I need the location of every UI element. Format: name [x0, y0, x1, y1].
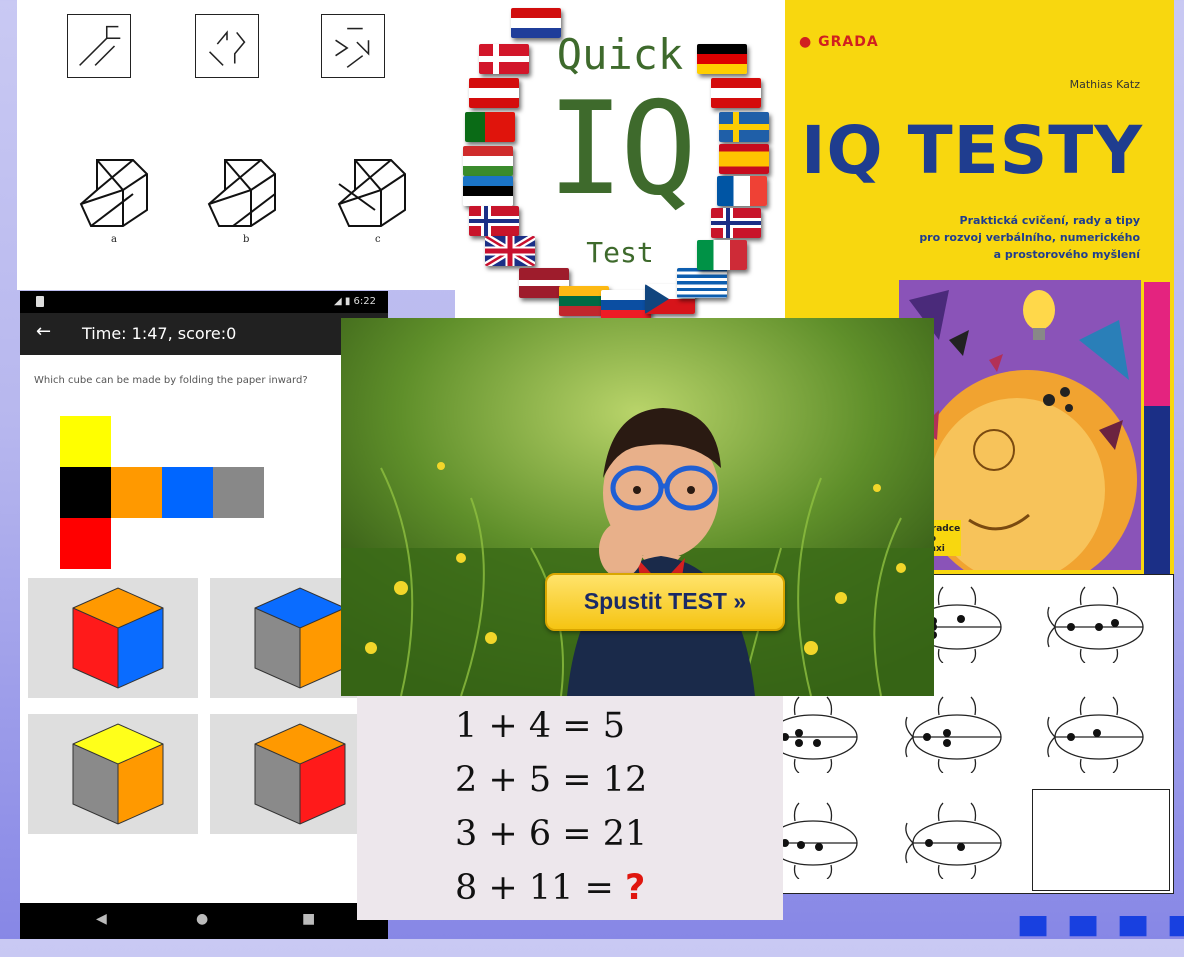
- net-face-black: [60, 467, 111, 518]
- fold-label-a: a: [111, 234, 117, 245]
- quick-iq-test-panel: Quick IQ Test: [455, 0, 785, 334]
- back-triangle-icon[interactable]: ◀: [96, 911, 107, 927]
- fold-label-c: c: [375, 234, 381, 245]
- book-subtitle-line: pro rozvoj verbálního, numerického: [919, 231, 1140, 244]
- equation-line-1: 1 + 4 = 5: [455, 706, 625, 746]
- status-bar: ◢ ▮ 6:22: [20, 291, 388, 313]
- slovakia-flag-icon: [601, 290, 651, 320]
- book-subtitle: Praktická cvičení, rady a tipy pro rozvo…: [880, 212, 1140, 263]
- net-face-blue: [162, 467, 213, 518]
- app-bar: ← Time: 1:47, score:0: [20, 313, 388, 355]
- figure-puzzle-panel: a b c: [17, 0, 457, 290]
- ladybug-figure: [899, 693, 1009, 773]
- net-face-orange: [111, 467, 162, 518]
- answer-option-4[interactable]: [210, 714, 380, 834]
- quick-iq-line-quick: Quick: [556, 30, 684, 79]
- publisher-leaf-icon: ●: [799, 34, 813, 50]
- book-author: Mathias Katz: [1069, 78, 1140, 91]
- equation-line-4: 8 + 11 = ?: [455, 868, 645, 908]
- net-face-red: [60, 518, 111, 569]
- arrow-left-icon[interactable]: ←: [36, 321, 51, 342]
- status-time-text: 6:22: [353, 296, 376, 307]
- start-test-button[interactable]: Spustit TEST »: [545, 573, 785, 631]
- cube-folding-app-screen: ◢ ▮ 6:22 ← Time: 1:47, score:0 Which cub…: [20, 291, 388, 939]
- ladybug-figure: [899, 799, 1009, 879]
- publisher-name: GRADA: [818, 34, 879, 50]
- book-title: IQ TESTY: [801, 112, 1144, 189]
- equation-line-2: 2 + 5 = 12: [455, 760, 648, 800]
- puzzle-shape-1: [67, 14, 131, 78]
- book-subtitle-line: Praktická cvičení, rady a tipy: [959, 214, 1140, 227]
- ladybug-figure: [1041, 693, 1151, 773]
- equation-last-prefix: 8 + 11 =: [455, 868, 625, 908]
- cover-pink-stripe: [1144, 282, 1170, 406]
- signal-icon: ◢ ▮: [333, 296, 354, 307]
- math-riddle-panel: 1 + 4 = 5 2 + 5 = 12 3 + 6 = 21 8 + 11 =…: [357, 696, 783, 920]
- quick-iq-line-test: Test: [586, 236, 654, 269]
- meadow-photo: [341, 318, 934, 696]
- fold-option-b: [205, 150, 285, 230]
- answer-option-1[interactable]: [28, 578, 198, 698]
- missing-answer-cell: [1032, 789, 1170, 891]
- android-nav-bar: ◀ ● ■: [20, 903, 388, 939]
- net-face-gray: [213, 467, 264, 518]
- cropped-corner-text: ▀ ▀ ▀ ▀: [1020, 917, 1184, 957]
- book-subtitle-line: a prostorového myšlení: [993, 248, 1140, 261]
- question-mark-icon: ?: [624, 868, 646, 908]
- quick-iq-line-iq: IQ: [546, 75, 697, 224]
- app-bar-title: Time: 1:47, score:0: [82, 324, 237, 343]
- fold-option-a: [77, 150, 157, 230]
- cover-blue-stripe: [1144, 406, 1170, 576]
- recents-square-icon[interactable]: ■: [302, 911, 315, 927]
- status-time: ◢ ▮ 6:22: [334, 296, 376, 307]
- question-text: Which cube can be made by folding the pa…: [34, 375, 308, 386]
- net-face-yellow: [60, 416, 111, 467]
- ladybug-figure: [1041, 583, 1151, 663]
- greece-flag-icon: [677, 268, 727, 298]
- child-photo-banner: Spustit TEST »: [341, 318, 934, 696]
- answer-option-3[interactable]: [28, 714, 198, 834]
- puzzle-shape-2: [195, 14, 259, 78]
- notification-icon: [36, 296, 44, 307]
- fold-option-c: [335, 150, 415, 230]
- equation-line-3: 3 + 6 = 21: [455, 814, 648, 854]
- puzzle-shape-3: [321, 14, 385, 78]
- home-circle-icon[interactable]: ●: [196, 911, 208, 927]
- publisher-logo: ● GRADA: [799, 34, 879, 50]
- fold-label-b: b: [243, 234, 250, 245]
